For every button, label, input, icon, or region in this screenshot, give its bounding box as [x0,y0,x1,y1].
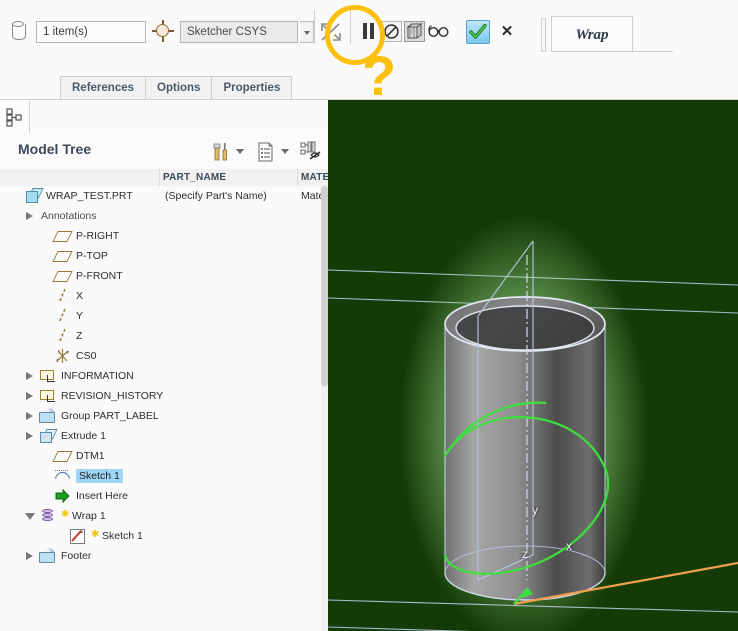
tree-row-label: CS0 [76,350,97,362]
svg-text:x: x [67,350,70,356]
tree-row[interactable]: Y [0,306,328,326]
tree-row-label: P-TOP [76,250,108,262]
chevron-down-icon-tools[interactable] [236,149,244,154]
collapse-arrow[interactable] [25,513,35,520]
tree-row[interactable]: DTM1 [0,446,328,466]
tree-row[interactable]: P-RIGHT [0,226,328,246]
tree-row-label: Y [76,310,84,322]
tab-underline [633,51,673,52]
column-header-part-name: PART_NAME [163,172,227,183]
tab-references[interactable]: References [60,76,147,99]
axis-label-y: y [532,503,538,517]
model-tree-header: Model Tree [0,133,328,170]
tab-properties[interactable]: Properties [211,76,293,99]
tree-row-label: Group PART_LABEL [61,410,159,422]
expand-arrow[interactable] [26,412,33,420]
tree-row[interactable]: Sketch 1 [0,466,328,486]
tree-row[interactable]: P-TOP [0,246,328,266]
3d-viewport[interactable]: y x z [328,100,738,631]
application-window: ✕ References Options Properties Wrap ? [0,0,738,631]
tree-row-label: INFORMATION [61,370,134,382]
tree-row-label: Sketch 1 [76,469,123,483]
ok-button[interactable] [466,20,490,44]
tree-hierarchy-icon[interactable] [0,101,30,134]
tree-row[interactable]: Extrude 1 [0,426,328,446]
star-icon: ✱ [61,509,70,520]
annotation-question-mark: ? [362,44,397,107]
tree-row-label: DTM1 [76,450,105,462]
expand-arrow[interactable] [26,432,33,440]
tree-row[interactable]: Group PART_LABEL [0,406,328,426]
tree-row[interactable]: Insert Here [0,486,328,506]
column-header-material: MATE [301,172,330,183]
tree-row-label: Insert Here [76,490,128,502]
expand-arrow[interactable] [26,552,33,560]
tree-row-label: Z [76,330,83,342]
csys-dropdown-button[interactable] [300,21,314,43]
cancel-button[interactable]: ✕ [498,22,516,42]
tree-columns-icon[interactable] [256,141,276,163]
tree-row-label: Sketch 1 [102,530,143,542]
tree-row-label: REVISION_HISTORY [61,390,164,402]
tree-row-label: WRAP_TEST.PRT [46,190,133,202]
tree-row-label: Extrude 1 [61,430,106,442]
tree-row[interactable]: Footer [0,546,328,566]
tree-row-label: P-FRONT [76,270,123,282]
expand-arrow[interactable] [26,212,33,220]
items-input[interactable] [36,21,146,43]
model-tree-tabstrip [0,100,328,134]
glasses-icon[interactable] [427,21,451,42]
tree-row[interactable]: REVISION_HISTORY [0,386,328,406]
tree-row[interactable]: y x z CS0 [0,346,328,366]
tab-options[interactable]: Options [145,76,213,99]
page-title: Model Tree [18,141,92,157]
coordinate-system-icon[interactable] [152,20,174,42]
expand-arrow[interactable] [26,372,33,380]
tree-row-label: X [76,290,84,302]
tree-row[interactable]: P-FRONT [0,266,328,286]
cylinder-icon [12,20,26,42]
tree-row[interactable]: INFORMATION [0,366,328,386]
tree-row-label: P-RIGHT [76,230,120,242]
tab-wrap[interactable]: Wrap [551,16,633,52]
viewport-scene [328,100,738,631]
model-tree-list[interactable]: WRAP_TEST.PRT (Specify Part's Name) Materi… [0,186,328,631]
axis-label-z: z [522,547,528,561]
tab-stub[interactable] [541,18,546,52]
tree-row[interactable]: X [0,286,328,306]
toolbar-divider-1 [314,10,315,44]
tree-cell-part-name: (Specify Part's Name) [165,190,267,202]
tree-row-label: Annotations [41,210,97,222]
tree-row[interactable]: Z [0,326,328,346]
scrollbar-thumb[interactable] [321,186,328,386]
tools-settings-icon[interactable] [211,141,233,163]
model-tree-panel: Model Tree PART_NAME MATE WRAP_TEST.PRT … [0,100,330,631]
csys-input[interactable] [180,21,298,43]
model-tree-scrollbar[interactable] [321,186,328,631]
star-icon: ✱ [91,529,100,540]
dashboard-tab-bar: References Options Properties [60,76,293,100]
tree-column-header: PART_NAME MATE [0,169,330,187]
tree-row-label: Wrap 1 [72,510,106,522]
tree-row[interactable]: ✱ Wrap 1 [0,506,328,526]
chevron-down-icon-columns[interactable] [281,149,289,154]
tree-row[interactable]: WRAP_TEST.PRT (Specify Part's Name) Materi [0,186,328,206]
tree-filter-icon[interactable] [299,141,323,163]
expand-arrow[interactable] [26,392,33,400]
wireframe-cube-icon[interactable] [404,21,425,42]
tree-row[interactable]: Annotations [0,206,328,226]
tree-row-label: Footer [61,550,92,562]
axis-label-x: x [566,539,572,553]
tree-row[interactable]: ✱ Sketch 1 [0,526,328,546]
